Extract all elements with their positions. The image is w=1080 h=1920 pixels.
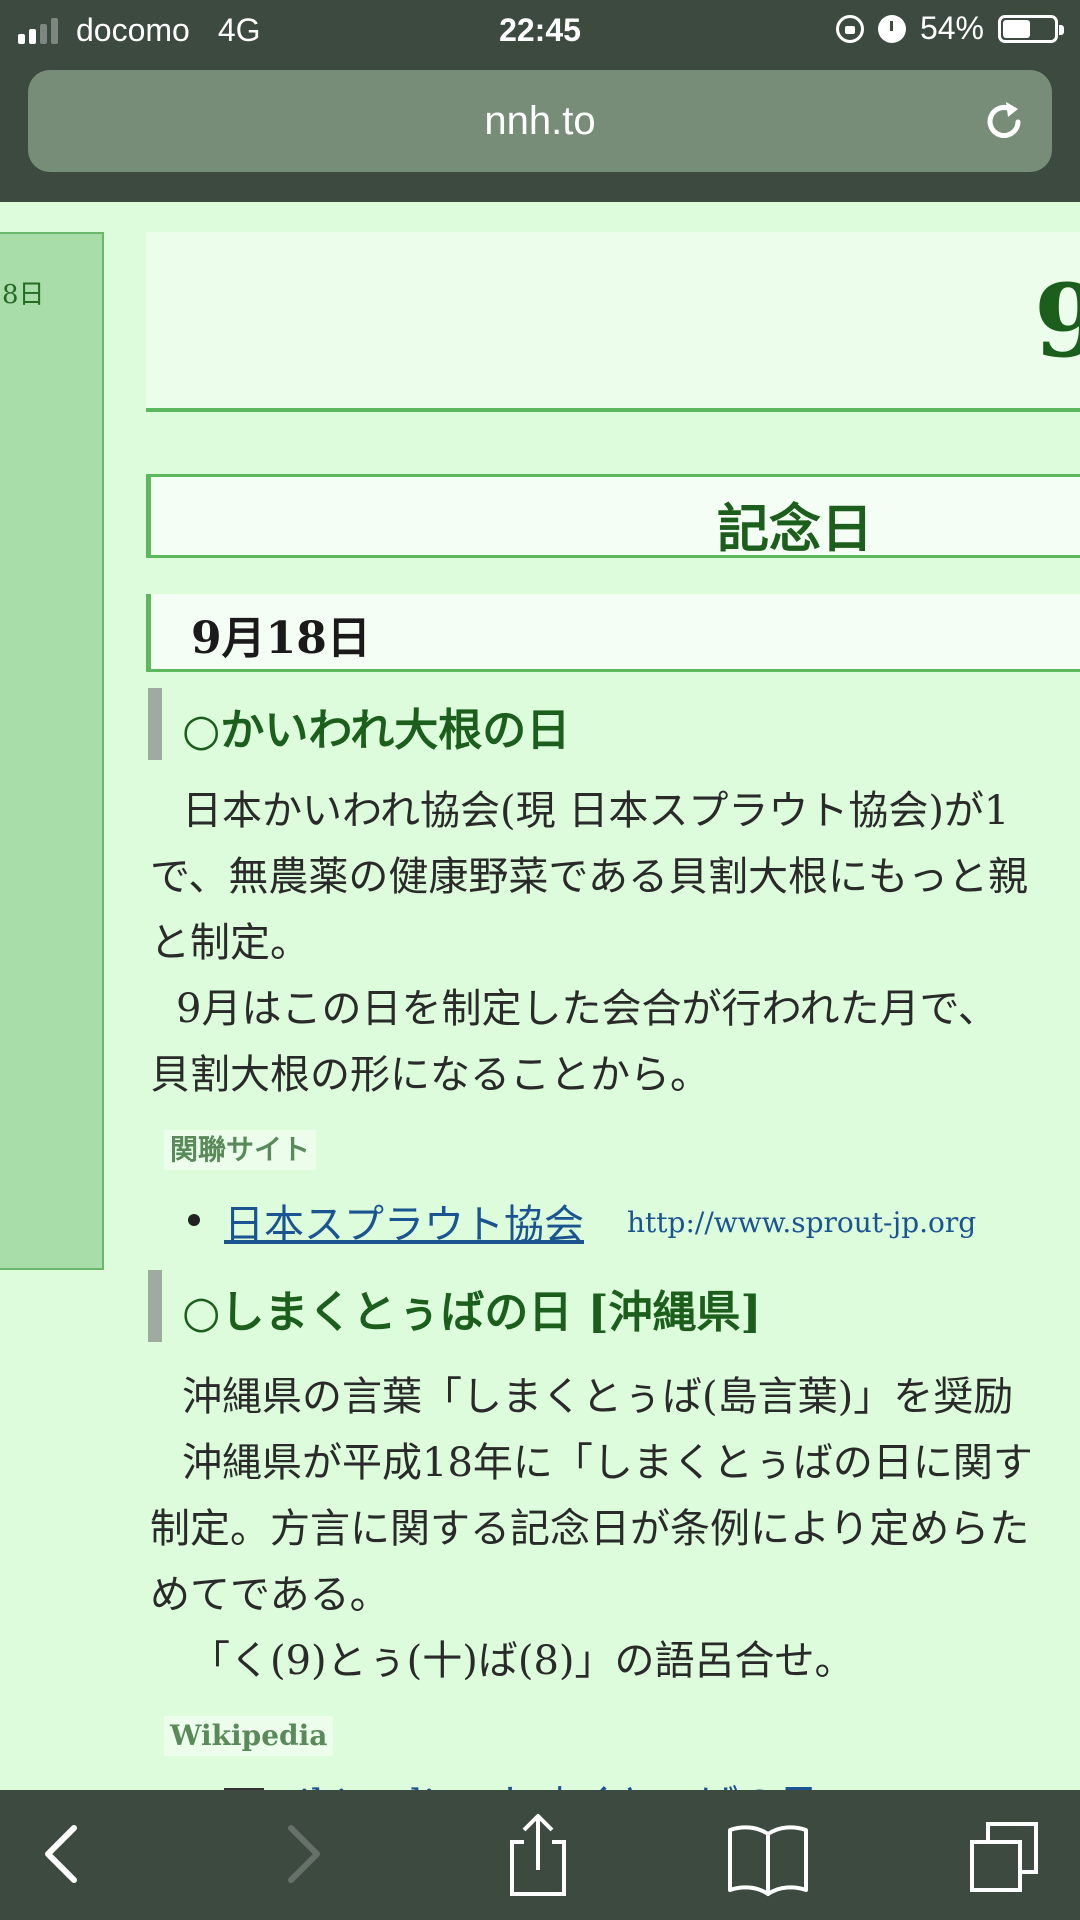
tabs-button[interactable] bbox=[944, 1790, 1064, 1920]
date-banner-text: 9 bbox=[1034, 262, 1080, 380]
browser-toolbar bbox=[0, 1790, 1080, 1920]
reload-icon[interactable] bbox=[982, 98, 1028, 144]
back-button[interactable] bbox=[2, 1790, 122, 1920]
related-site-label: 関聯サイト bbox=[164, 1130, 317, 1170]
calendar-sidebar: 8日 bbox=[0, 232, 104, 1270]
entry-text-line: 沖縄県の言葉「しまくとぅば(島言葉)」を奨励 bbox=[182, 1374, 1014, 1420]
bookmarks-button[interactable] bbox=[708, 1790, 828, 1920]
sprout-association-link[interactable]: 日本スプラウト協会 bbox=[224, 1192, 584, 1250]
section-heading: 記念日 bbox=[146, 474, 1080, 560]
entry-text-line: 日本かいわれ協会(現 日本スプラウト協会)が1 bbox=[182, 788, 1010, 834]
battery-icon bbox=[998, 14, 1064, 43]
sidebar-date[interactable]: 8日 bbox=[2, 274, 45, 311]
forward-button[interactable] bbox=[243, 1790, 363, 1920]
browser-chrome: nnh.to bbox=[0, 62, 1080, 202]
date-banner: 9 bbox=[146, 232, 1080, 412]
entry-text-line: 9月はこの日を制定した会合が行われた月で、 bbox=[176, 986, 998, 1032]
address-bar[interactable]: nnh.to bbox=[28, 70, 1052, 172]
book-icon bbox=[728, 1825, 808, 1896]
link-url[interactable]: http://www.sprout-jp.org bbox=[627, 1206, 976, 1239]
share-icon bbox=[510, 1814, 566, 1896]
wikipedia-link-text: wikipedia - しまくとぅばの日 bbox=[264, 1782, 819, 1790]
entry-text-line: 沖縄県が平成18年に「しまくとぅばの日に関す bbox=[182, 1440, 1033, 1486]
chevron-right-icon bbox=[288, 1825, 320, 1883]
entry-text-line: 制定。方言に関する記念日が条例により定めらた bbox=[150, 1506, 1030, 1552]
entry-text-line: と制定。 bbox=[150, 920, 310, 966]
status-bar: docomo 4G 22:45 54% bbox=[0, 0, 1080, 62]
entry-title: ○しまくとぅばの日 [沖縄県] bbox=[182, 1287, 762, 1338]
url-text: nnh.to bbox=[484, 99, 596, 143]
bullet bbox=[188, 1214, 200, 1226]
entry-heading: ○かいわれ大根の日 bbox=[148, 688, 570, 760]
rotation-lock-icon bbox=[835, 14, 864, 43]
wikipedia-link[interactable]: Wwikipedia - しまくとぅばの日 bbox=[224, 1772, 819, 1790]
date-heading-text: 9月18日 bbox=[191, 613, 371, 664]
entry-text-line: 貝割大根の形になることから。 bbox=[150, 1052, 710, 1098]
entry-text-line: めてである。 bbox=[150, 1572, 390, 1618]
entry-text-line: 「く(9)とぅ(十)ば(8)」の語呂合せ。 bbox=[190, 1638, 855, 1684]
entry-title: ○かいわれ大根の日 bbox=[182, 705, 571, 756]
section-title: 記念日 bbox=[717, 499, 874, 560]
share-button[interactable] bbox=[478, 1790, 598, 1920]
entry-heading: ○しまくとぅばの日 [沖縄県] bbox=[148, 1270, 761, 1342]
chevron-left-icon bbox=[45, 1825, 77, 1883]
alarm-icon bbox=[877, 14, 906, 43]
entry-text-line: で、無農薬の健康野菜である貝割大根にもっと親 bbox=[150, 854, 1028, 900]
wikipedia-label: Wikipedia bbox=[164, 1716, 334, 1756]
date-heading: 9月18日 bbox=[146, 594, 1080, 672]
battery-percent: 54% bbox=[919, 10, 984, 46]
tabs-icon bbox=[970, 1822, 1038, 1892]
web-content: 8日 9 記念日 9月18日 ○かいわれ大根の日 日本かいわれ協会(現 日本スプ… bbox=[0, 202, 1080, 1790]
